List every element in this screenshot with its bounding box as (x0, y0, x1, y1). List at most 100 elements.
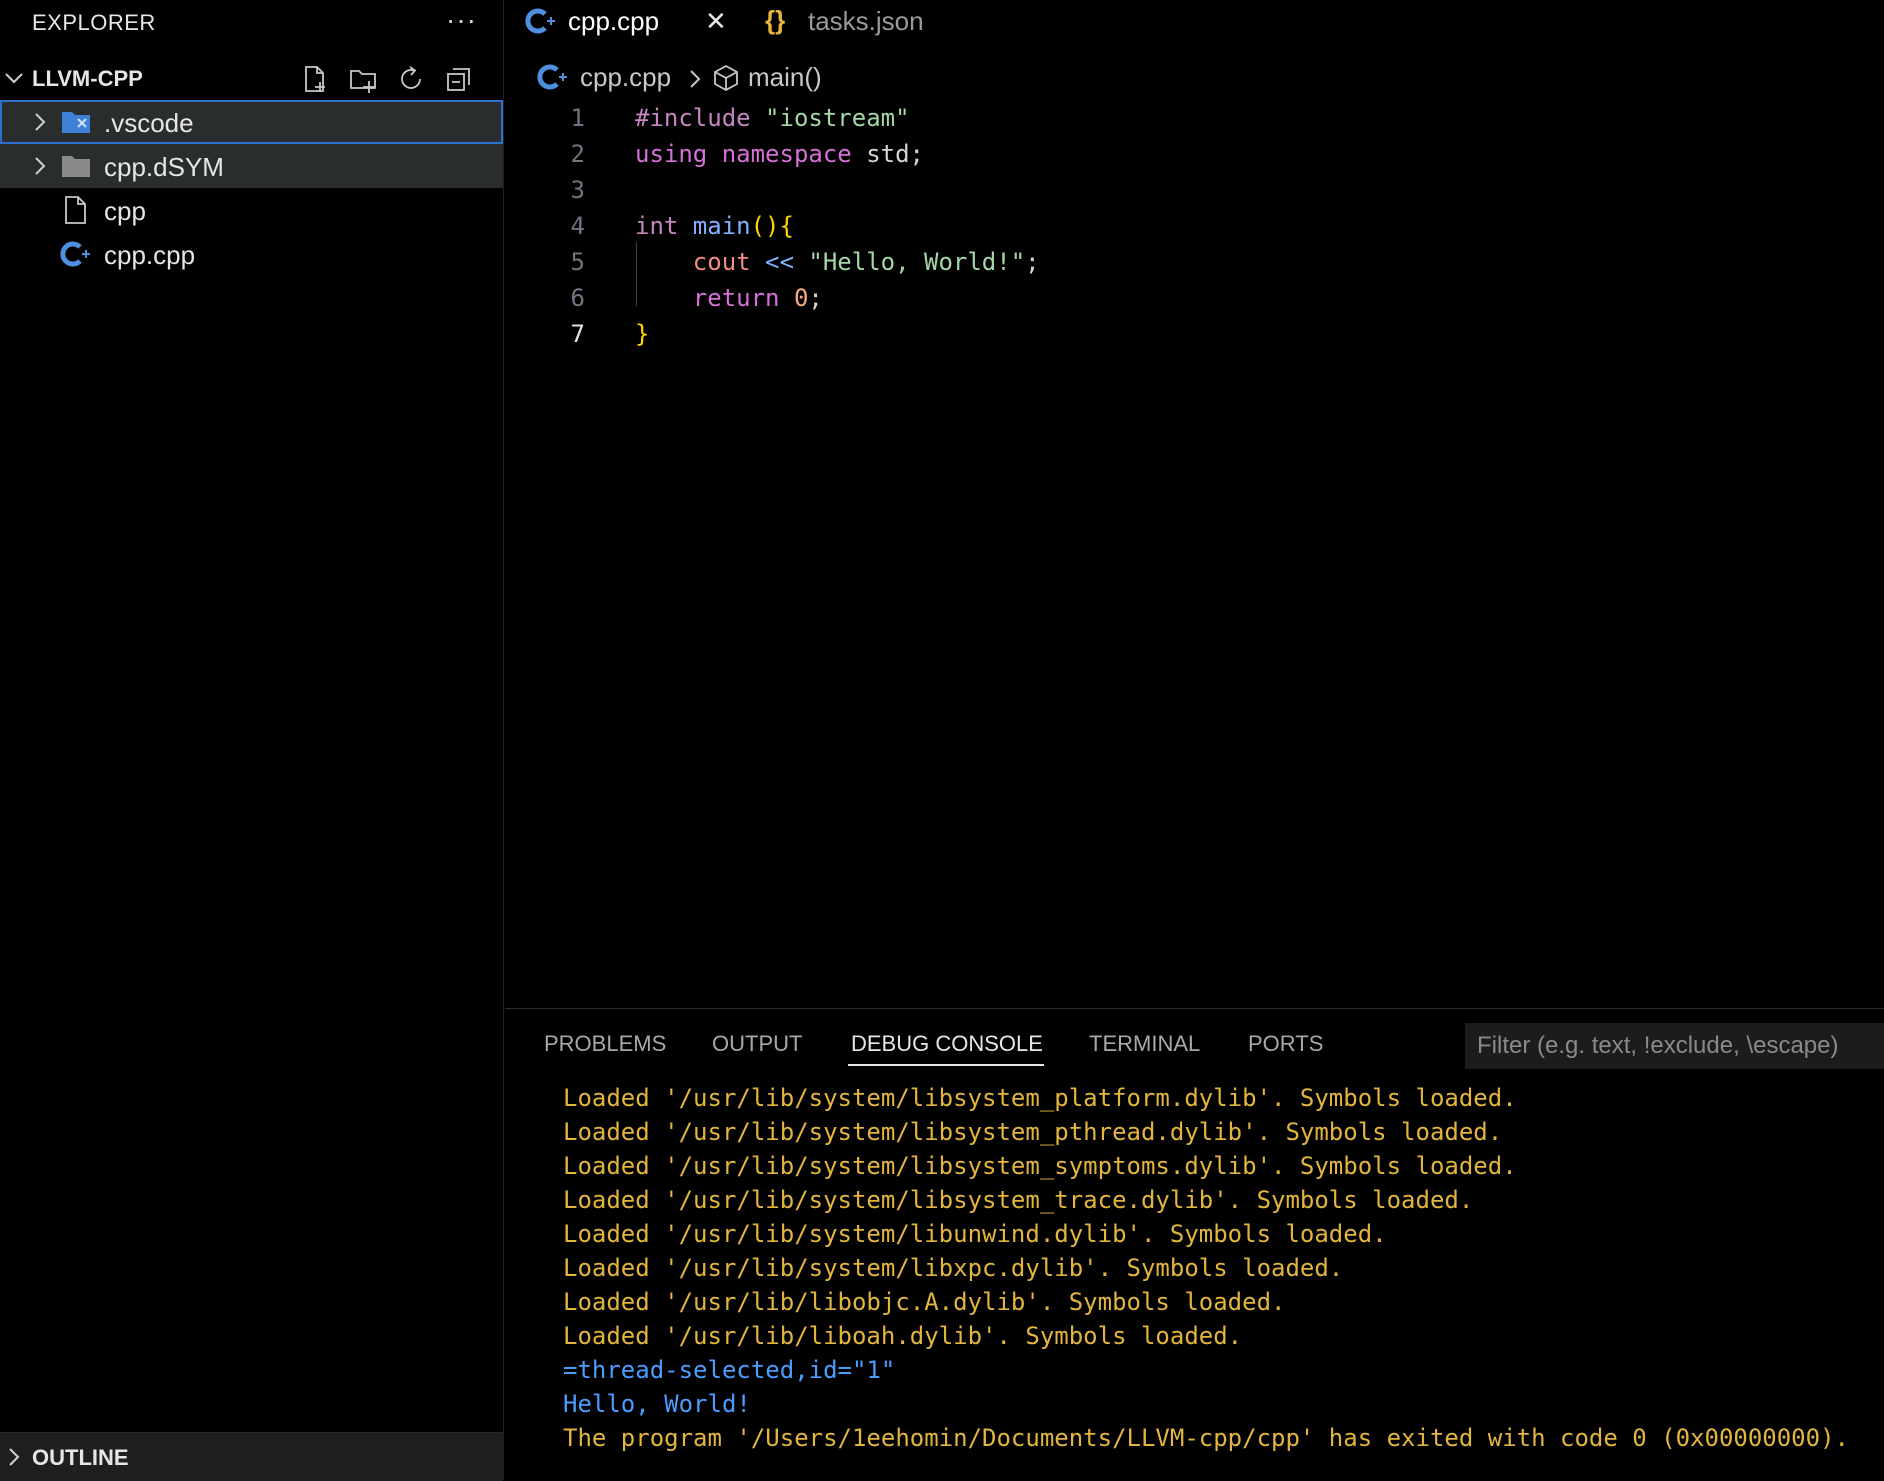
close-icon[interactable]: ✕ (705, 6, 727, 37)
console-line: Loaded '/usr/lib/system/libsystem_platfo… (563, 1084, 1517, 1112)
editor-tab-bar: cpp.cpp ✕ {} tasks.json (505, 0, 1884, 44)
code-line[interactable]: 4 int main(){ (505, 208, 1884, 244)
refresh-icon[interactable] (396, 64, 426, 94)
more-actions-icon[interactable]: ··· (446, 4, 477, 36)
code-line[interactable]: 3 (505, 172, 1884, 208)
code-text: cout << "Hello, World!"; (635, 244, 1040, 280)
code-token: #include (635, 104, 766, 132)
tab-label: cpp.cpp (568, 6, 660, 36)
tab-cpp-cpp[interactable]: cpp.cpp ✕ (525, 0, 745, 44)
tree-item-label: cpp (104, 196, 146, 226)
console-line: Loaded '/usr/lib/system/libsystem_sympto… (563, 1152, 1517, 1180)
console-line: Loaded '/usr/lib/system/libsystem_trace.… (563, 1186, 1474, 1214)
code-line[interactable]: 1 #include "iostream" (505, 100, 1884, 136)
tree-item-cpp-dsym[interactable]: cpp.dSYM (0, 144, 503, 188)
console-line: Loaded '/usr/lib/libobjc.A.dylib'. Symbo… (563, 1288, 1286, 1316)
folder-icon (62, 156, 90, 177)
indent-guide (636, 242, 637, 306)
tree-item-label: cpp.cpp (104, 240, 196, 270)
console-line: Hello, World! (563, 1390, 751, 1418)
new-folder-icon[interactable] (348, 64, 378, 94)
tree-item-label: cpp.dSYM (104, 152, 224, 182)
chevron-right-icon (35, 113, 46, 131)
tree-item-cpp-cpp[interactable]: cpp.cpp (0, 232, 503, 276)
code-token: namespace (721, 140, 867, 168)
line-number: 1 (570, 104, 585, 132)
code-token: ; (808, 284, 823, 312)
line-number: 3 (570, 176, 585, 204)
vscode-folder-icon (62, 112, 90, 133)
console-filter-input[interactable] (1465, 1023, 1884, 1069)
code-line[interactable]: 5 cout << "Hello, World!"; (505, 244, 1884, 280)
code-token: using (635, 140, 722, 168)
code-line[interactable]: 7} (505, 316, 1884, 352)
new-file-icon[interactable] (300, 64, 330, 94)
code-token: } (635, 320, 650, 348)
explorer-sidebar: EXPLORER ··· LLVM-CPP .vscode cpp.dSYM c… (0, 0, 504, 1481)
console-line: The program '/Users/1eehomin/Documents/L… (563, 1424, 1849, 1452)
code-token: (){ (750, 212, 794, 240)
tab-label: tasks.json (808, 6, 924, 36)
breadcrumb: cpp.cpp main() (505, 58, 1884, 98)
code-token: return (692, 284, 794, 312)
cpp-file-icon (537, 64, 567, 90)
console-line: Loaded '/usr/lib/liboah.dylib'. Symbols … (563, 1322, 1243, 1350)
code-text: } (635, 316, 649, 352)
console-line: Loaded '/usr/lib/system/libsystem_pthrea… (563, 1118, 1503, 1146)
code-token: std; (866, 140, 924, 168)
code-token: cout (692, 248, 766, 276)
collapse-all-icon[interactable] (444, 64, 474, 94)
console-line: =thread-selected,id="1" (563, 1356, 896, 1384)
tab-terminal[interactable]: TERMINAL (1089, 1031, 1200, 1057)
code-token: main (692, 212, 751, 240)
line-number: 7 (570, 320, 585, 348)
chevron-right-icon (35, 157, 46, 175)
code-text: #include "iostream" (635, 100, 910, 136)
outline-section-header[interactable]: OUTLINE (0, 1432, 503, 1481)
active-tab-indicator (848, 1064, 1044, 1066)
tab-output[interactable]: OUTPUT (712, 1031, 802, 1057)
breadcrumb-symbol[interactable]: main() (748, 62, 822, 93)
cube-symbol-icon (714, 64, 738, 92)
code-text: using namespace std; (635, 136, 924, 172)
code-line[interactable]: 2 using namespace std; (505, 136, 1884, 172)
file-icon (65, 196, 86, 224)
tab-debug-console[interactable]: DEBUG CONSOLE (851, 1031, 1043, 1057)
breadcrumb-file[interactable]: cpp.cpp (580, 62, 671, 93)
tab-problems[interactable]: PROBLEMS (544, 1031, 666, 1057)
tree-item-vscode[interactable]: .vscode (0, 100, 503, 144)
folder-title: LLVM-CPP (32, 66, 143, 91)
tab-ports[interactable]: PORTS (1248, 1031, 1323, 1057)
code-editor[interactable]: 1 #include "iostream" 2 using namespace std… (505, 100, 1884, 1000)
json-file-icon: {} (765, 5, 786, 35)
chevron-down-icon (5, 73, 23, 84)
outline-title: OUTLINE (32, 1445, 129, 1470)
code-text: return 0; (635, 280, 823, 316)
line-number: 2 (570, 140, 585, 168)
tree-item-label: .vscode (104, 108, 194, 138)
code-token: int (635, 212, 693, 240)
cpp-file-icon (60, 241, 90, 267)
chevron-right-icon (9, 1448, 20, 1466)
bottom-panel: PROBLEMS OUTPUT DEBUG CONSOLE TERMINAL P… (505, 1008, 1884, 1481)
line-number: 6 (570, 284, 585, 312)
code-token: 0 (793, 284, 809, 312)
code-line[interactable]: 6 return 0; (505, 280, 1884, 316)
code-token: ; (1025, 248, 1040, 276)
code-token: "iostream" (765, 104, 910, 132)
code-token: << (765, 248, 809, 276)
explorer-title: EXPLORER (32, 10, 156, 35)
console-line: Loaded '/usr/lib/system/libxpc.dylib'. S… (563, 1254, 1344, 1282)
tab-tasks-json[interactable]: {} tasks.json (765, 0, 995, 44)
line-number: 4 (570, 212, 585, 240)
folder-header-llvm-cpp[interactable]: LLVM-CPP (0, 56, 503, 100)
code-token: "Hello, World!" (808, 248, 1026, 276)
tree-item-cpp[interactable]: cpp (0, 188, 503, 232)
explorer-header: EXPLORER ··· (0, 0, 503, 44)
line-number: 5 (570, 248, 585, 276)
code-text: int main(){ (635, 208, 794, 244)
cpp-file-icon (525, 8, 555, 34)
console-line: Loaded '/usr/lib/system/libunwind.dylib'… (563, 1220, 1387, 1248)
